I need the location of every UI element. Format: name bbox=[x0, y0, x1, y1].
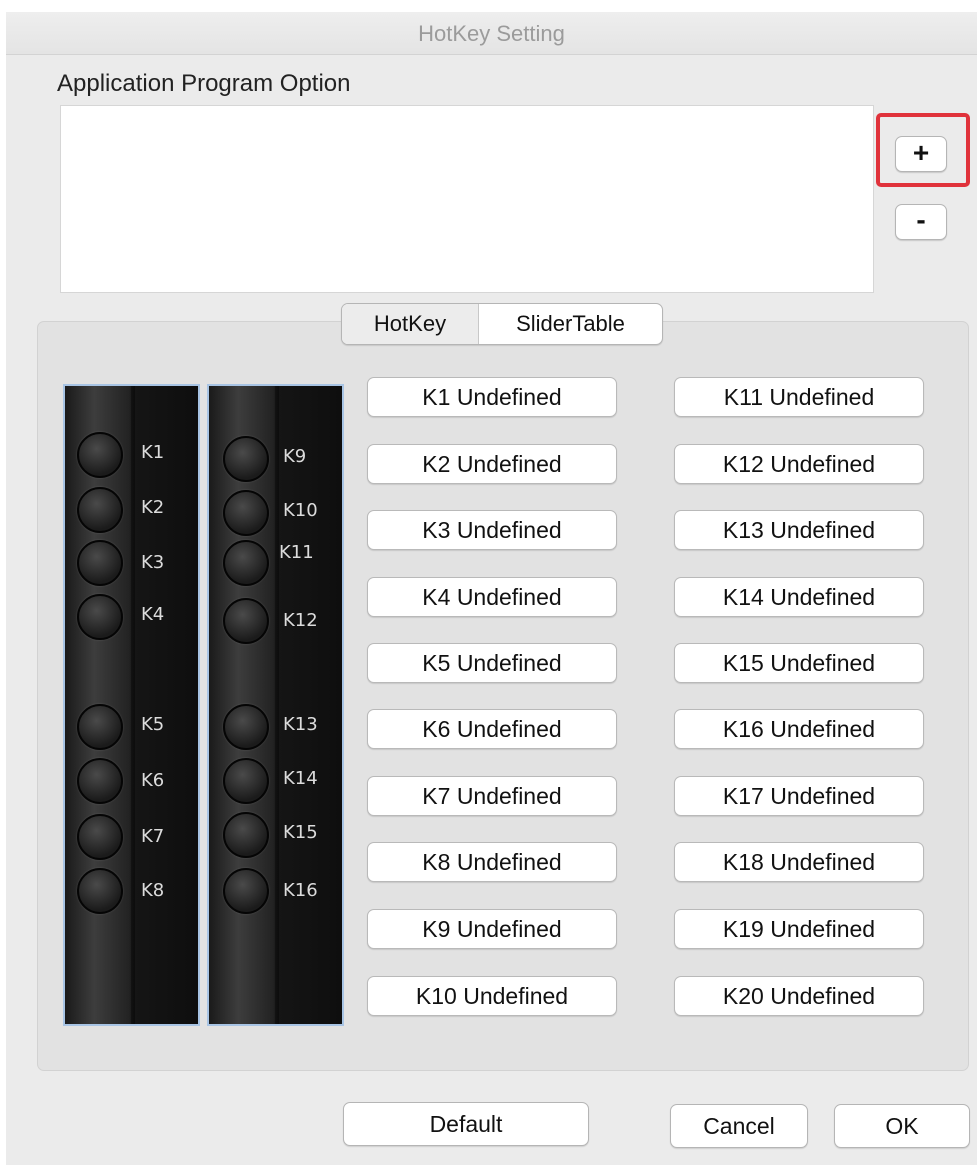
device-key-button bbox=[223, 758, 269, 804]
device-key-label: K14 bbox=[283, 768, 318, 789]
default-button[interactable]: Default bbox=[343, 1102, 589, 1146]
hotkey-button-k3[interactable]: K3 Undefined bbox=[367, 510, 617, 550]
device-key-button bbox=[77, 758, 123, 804]
device-key-label: K10 bbox=[283, 500, 318, 521]
device-key-button bbox=[223, 436, 269, 482]
ok-button[interactable]: OK bbox=[834, 1104, 970, 1148]
device-key-label: K5 bbox=[141, 714, 165, 735]
device-key-button bbox=[77, 540, 123, 586]
tab-slidertable[interactable]: SliderTable bbox=[479, 304, 662, 344]
device-key-label: K13 bbox=[283, 714, 318, 735]
device-strip bbox=[275, 386, 279, 1024]
hotkey-button-k7[interactable]: K7 Undefined bbox=[367, 776, 617, 816]
hotkey-button-k4[interactable]: K4 Undefined bbox=[367, 577, 617, 617]
device-key-label: K2 bbox=[141, 497, 165, 518]
hotkey-button-k11[interactable]: K11 Undefined bbox=[674, 377, 924, 417]
device-key-label: K6 bbox=[141, 770, 165, 791]
device-key-label: K4 bbox=[141, 604, 165, 625]
device-key-button bbox=[223, 868, 269, 914]
add-button-highlight bbox=[876, 113, 970, 187]
device-key-column-left: K1 K2 K3 K4 K5 K6 K7 K8 bbox=[63, 384, 200, 1026]
hotkey-button-k19[interactable]: K19 Undefined bbox=[674, 909, 924, 949]
device-strip bbox=[131, 386, 135, 1024]
device-key-label: K8 bbox=[141, 880, 165, 901]
device-key-label: K1 bbox=[141, 442, 165, 463]
hotkey-button-k20[interactable]: K20 Undefined bbox=[674, 976, 924, 1016]
device-key-button bbox=[77, 868, 123, 914]
device-key-button bbox=[223, 540, 269, 586]
cancel-button[interactable]: Cancel bbox=[670, 1104, 808, 1148]
hotkey-setting-window: HotKey Setting Application Program Optio… bbox=[6, 12, 977, 1165]
hotkey-button-k2[interactable]: K2 Undefined bbox=[367, 444, 617, 484]
hotkey-button-k15[interactable]: K15 Undefined bbox=[674, 643, 924, 683]
hotkey-button-k13[interactable]: K13 Undefined bbox=[674, 510, 924, 550]
hotkey-button-k8[interactable]: K8 Undefined bbox=[367, 842, 617, 882]
device-key-button bbox=[223, 490, 269, 536]
remove-application-button[interactable]: - bbox=[895, 204, 947, 240]
hotkey-button-k12[interactable]: K12 Undefined bbox=[674, 444, 924, 484]
device-key-label: K12 bbox=[283, 610, 318, 631]
device-key-label: K7 bbox=[141, 826, 165, 847]
hotkey-button-k9[interactable]: K9 Undefined bbox=[367, 909, 617, 949]
device-key-button bbox=[77, 594, 123, 640]
device-key-button bbox=[77, 487, 123, 533]
tab-segmented-control: HotKey SliderTable bbox=[341, 303, 663, 345]
device-key-label: K3 bbox=[141, 552, 165, 573]
tab-hotkey[interactable]: HotKey bbox=[342, 304, 479, 344]
application-program-option-label: Application Program Option bbox=[57, 70, 351, 97]
device-key-label: K15 bbox=[283, 822, 318, 843]
hotkey-button-k5[interactable]: K5 Undefined bbox=[367, 643, 617, 683]
hotkey-button-k16[interactable]: K16 Undefined bbox=[674, 709, 924, 749]
device-key-button bbox=[77, 814, 123, 860]
hotkey-button-k10[interactable]: K10 Undefined bbox=[367, 976, 617, 1016]
device-key-column-right: K9 K10 K11 K12 K13 K14 K15 K16 bbox=[207, 384, 344, 1026]
window-title: HotKey Setting bbox=[6, 12, 977, 55]
hotkey-button-k6[interactable]: K6 Undefined bbox=[367, 709, 617, 749]
application-list[interactable] bbox=[60, 105, 874, 293]
device-key-button bbox=[77, 704, 123, 750]
hotkey-button-k17[interactable]: K17 Undefined bbox=[674, 776, 924, 816]
device-key-button bbox=[77, 432, 123, 478]
device-key-label: K9 bbox=[283, 446, 307, 467]
hotkey-button-k14[interactable]: K14 Undefined bbox=[674, 577, 924, 617]
hotkey-button-k1[interactable]: K1 Undefined bbox=[367, 377, 617, 417]
device-key-button bbox=[223, 598, 269, 644]
device-key-label: K11 bbox=[279, 542, 314, 563]
device-key-button bbox=[223, 812, 269, 858]
hotkey-button-k18[interactable]: K18 Undefined bbox=[674, 842, 924, 882]
device-key-label: K16 bbox=[283, 880, 318, 901]
device-key-button bbox=[223, 704, 269, 750]
